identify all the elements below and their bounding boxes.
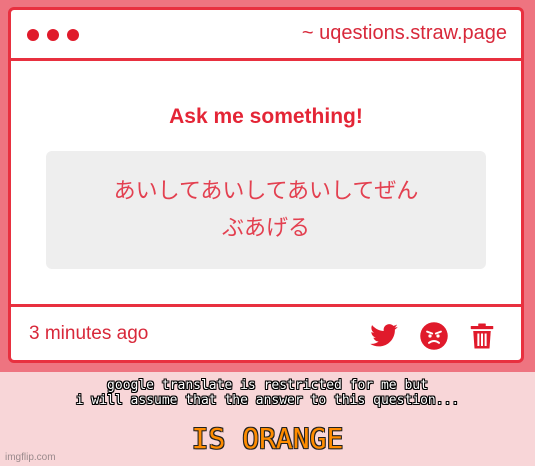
timestamp: 3 minutes ago [29,323,149,344]
twitter-icon[interactable] [369,321,399,351]
site-url[interactable]: ~ uqestions.straw.page [302,22,507,45]
trash-icon[interactable] [467,321,497,351]
caption-area: google translate is restricted for me bu… [0,372,535,466]
question-line: あいしてあいしてあいしてぜん [113,179,419,204]
question-line: ぶあげる [221,216,310,241]
card-title: Ask me something! [169,105,363,128]
window-dot [27,29,39,41]
window-dot [67,29,79,41]
question-text: あいしてあいしてあいしてぜん ぶあげる [46,173,486,247]
card-footer: 3 minutes ago [11,304,521,363]
question-box: あいしてあいしてあいしてぜん ぶあげる [46,151,486,269]
card-header: ~ uqestions.straw.page [11,10,521,61]
watermark: imgflip.com [5,452,56,463]
top-background: ~ uqestions.straw.page Ask me something!… [0,0,535,372]
window-dot [47,29,59,41]
caption-line: i will assume that the answer to this qu… [75,393,460,408]
question-card: ~ uqestions.straw.page Ask me something!… [8,7,524,363]
angry-face-icon[interactable] [419,321,449,351]
window-dots [27,29,79,41]
caption-text: google translate is restricted for me bu… [0,378,535,408]
caption-line: google translate is restricted for me bu… [107,378,428,393]
caption-punchline: IS ORANGE [191,422,344,455]
